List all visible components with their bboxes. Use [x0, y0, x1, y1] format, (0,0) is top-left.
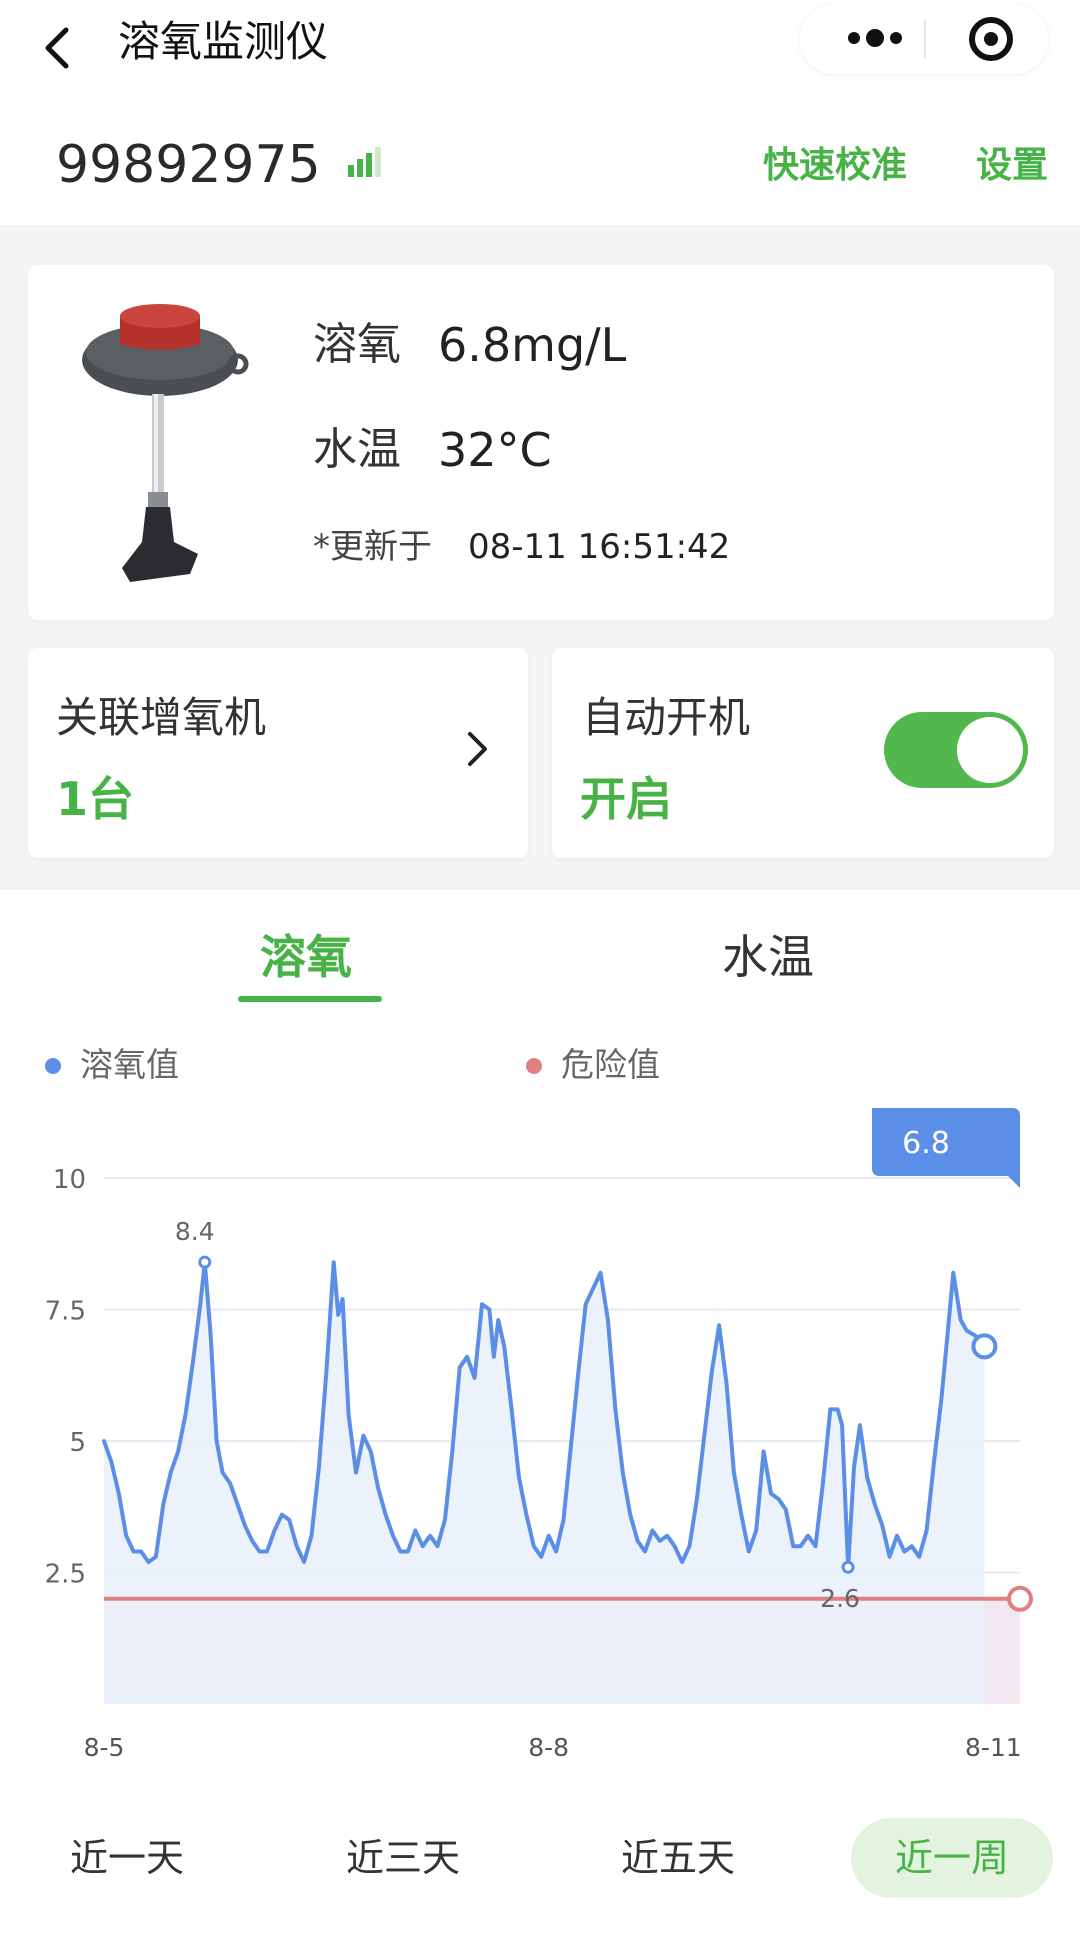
chevron-left-icon[interactable] [38, 18, 78, 78]
legend-label-do: 溶氧值 [80, 1045, 179, 1084]
dissolved-oxygen-value: 6.8mg/L [438, 318, 627, 372]
more-dots-icon[interactable] [830, 10, 920, 66]
signal-bars-icon [348, 147, 381, 177]
sensor-image [82, 304, 249, 582]
water-temp-value: 32°C [438, 423, 552, 477]
auto-start-title: 自动开机 [582, 693, 751, 742]
updated-time: 08-11 16:51:42 [468, 527, 731, 567]
peak-label: 8.4 [175, 1217, 215, 1246]
target-close-icon[interactable] [962, 12, 1020, 66]
y-tick-label: 7.5 [45, 1297, 86, 1327]
auto-start-toggle[interactable] [884, 712, 1028, 788]
tab-water-temp[interactable]: 水温 [722, 925, 814, 989]
x-tick-label: 8-8 [528, 1733, 569, 1760]
quick-calibration-link[interactable]: 快速校准 [763, 138, 907, 194]
toggle-knob [957, 717, 1023, 783]
linked-aerator-count: 1台 [56, 772, 135, 826]
tab-dissolved-oxygen[interactable]: 溶氧 [260, 925, 352, 989]
page-title: 溶氧监测仪 [118, 17, 329, 66]
x-tick-label: 8-5 [84, 1733, 125, 1760]
water-temp-label: 水温 [313, 424, 401, 475]
device-id: 99892975 [56, 135, 321, 195]
oxygen-line-chart: 10 7.5 5 2.5 8-5 8-8 8-11 8.4 2.6 6.8 [45, 1108, 1033, 1760]
y-tick-label: 2.5 [45, 1560, 86, 1590]
linked-aerator-title: 关联增氧机 [56, 693, 267, 742]
current-point [971, 1333, 998, 1360]
y-tick-label: 5 [69, 1428, 86, 1458]
settings-link[interactable]: 设置 [976, 138, 1048, 194]
tooltip-value: 6.8 [902, 1126, 950, 1161]
legend-dot-do [45, 1058, 61, 1074]
updated-label: *更新于 [313, 527, 432, 567]
x-tick-label: 8-11 [965, 1733, 1022, 1760]
peak-point [198, 1255, 212, 1269]
range-3-days[interactable]: 近三天 [318, 1818, 488, 1898]
legend-label-danger: 危险值 [561, 1045, 660, 1084]
active-tab-indicator [238, 996, 382, 1002]
capsule-divider [924, 20, 926, 58]
legend-dot-danger [526, 1058, 542, 1074]
range-1-week[interactable]: 近一周 [851, 1818, 1053, 1898]
min-point [841, 1560, 855, 1574]
dissolved-oxygen-label: 溶氧 [313, 319, 401, 370]
min-label: 2.6 [820, 1584, 860, 1613]
range-1-day[interactable]: 近一天 [42, 1818, 212, 1898]
y-tick-label: 10 [53, 1165, 86, 1195]
danger-end-point [1007, 1585, 1033, 1612]
chevron-right-icon[interactable] [462, 726, 492, 772]
range-5-days[interactable]: 近五天 [593, 1818, 763, 1898]
auto-start-status: 开启 [580, 772, 672, 826]
